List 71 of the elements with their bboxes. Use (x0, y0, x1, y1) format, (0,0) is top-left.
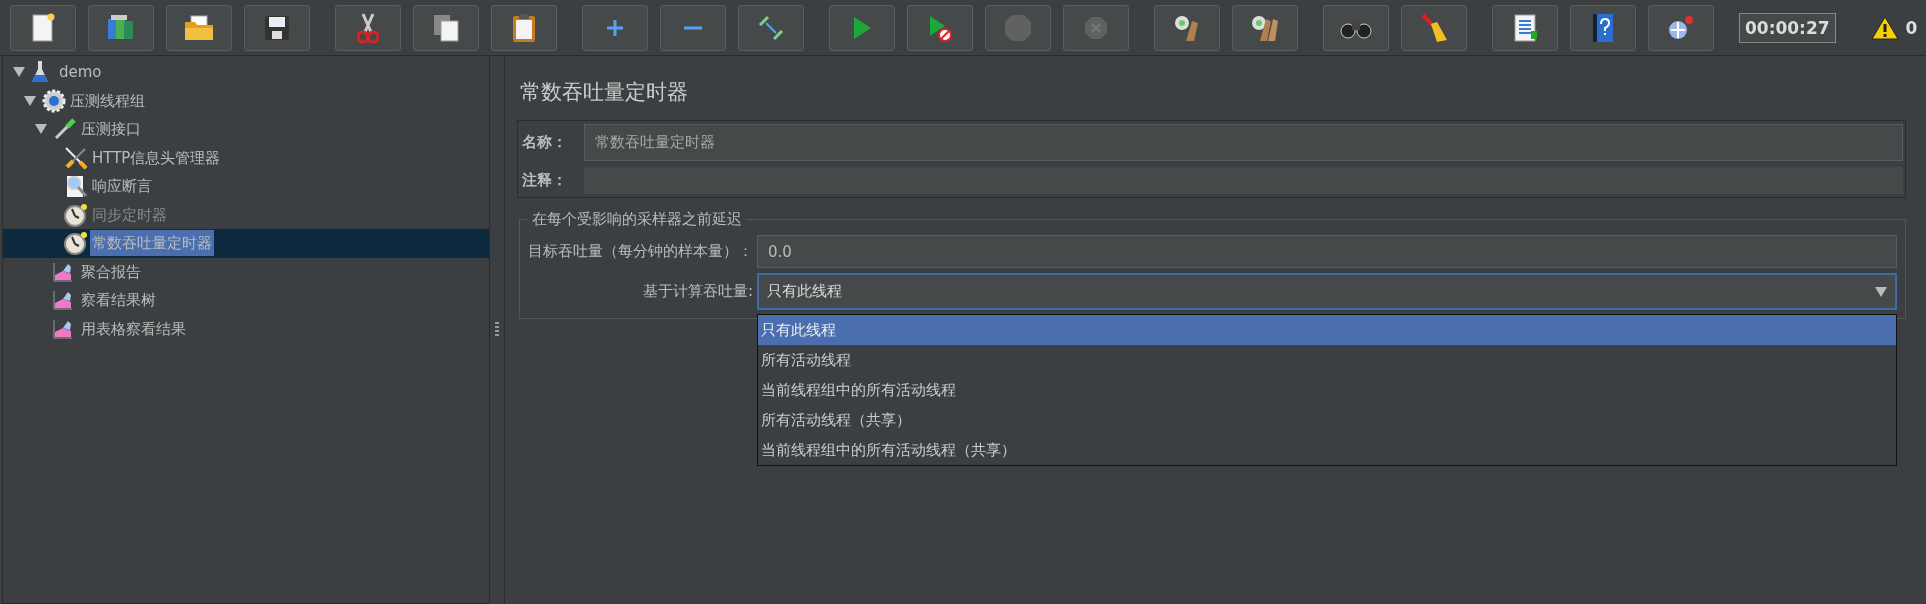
broom-icon (1419, 11, 1449, 44)
tree-item[interactable]: demo (57, 59, 104, 86)
field-label: 名称： (522, 133, 568, 152)
play-icon (851, 14, 873, 41)
minus-icon (684, 25, 702, 30)
notebook-icon (1511, 12, 1539, 43)
toggle-button[interactable] (738, 4, 804, 51)
tree-item[interactable]: HTTP信息头管理器 (90, 144, 223, 171)
chart-icon (53, 290, 73, 311)
folder-icon (183, 13, 215, 42)
chart-icon (53, 318, 73, 339)
copy-icon (431, 12, 461, 43)
field-label: 目标吞吐量（每分钟的样本量）： (528, 242, 753, 261)
clipboard-icon (511, 12, 537, 43)
expand-toggle-icon[interactable] (35, 124, 47, 135)
functions-button[interactable] (1492, 4, 1558, 51)
clear-button[interactable] (1154, 4, 1220, 51)
caret-icon (1875, 286, 1887, 297)
dropdown-option[interactable]: 所有活动线程 (758, 345, 1896, 375)
name-field[interactable]: 常数吞吐量定时器 (584, 124, 1903, 161)
play-no-icon (927, 13, 953, 42)
tools-icon (64, 145, 88, 170)
clear-all-button[interactable] (1232, 4, 1298, 51)
dropdown-option[interactable]: 所有活动线程（共享） (758, 405, 1896, 435)
splitter-handle[interactable] (495, 322, 499, 338)
group-title: 在每个受影响的采样器之前延迟 (531, 210, 743, 229)
magnifier-page-icon (64, 174, 88, 199)
tree-item[interactable]: 用表格察看结果 (79, 315, 188, 342)
field-label: 注释： (522, 171, 568, 190)
dropdown-option[interactable]: 只有此线程 (758, 315, 1896, 345)
start-no-timers-button[interactable] (907, 4, 973, 51)
start-button[interactable] (829, 4, 895, 51)
search-button[interactable] (1323, 4, 1389, 51)
tree-item[interactable]: 察看结果树 (79, 287, 158, 314)
stopwatch-icon (64, 231, 88, 256)
tree-item[interactable]: 聚合报告 (79, 258, 143, 285)
warning-icon (1870, 15, 1899, 40)
scissors-icon (355, 11, 381, 44)
copy-button[interactable] (413, 4, 479, 51)
close-icon (1083, 14, 1109, 41)
open-button[interactable] (166, 4, 232, 51)
panel-title: 常数吞吐量定时器 (520, 79, 689, 106)
expand-toggle-icon[interactable] (24, 95, 36, 106)
stopwatch-icon (64, 202, 88, 227)
pipette-icon (53, 117, 77, 142)
elapsed-time: 00:00:27 (1739, 12, 1836, 43)
save-button[interactable] (244, 4, 310, 51)
templates-button[interactable] (88, 4, 154, 51)
throughput-field[interactable]: 0.0 (757, 235, 1897, 268)
chart-icon (53, 261, 73, 282)
blank-page-icon (30, 12, 56, 43)
expand-toggle-icon[interactable] (13, 67, 25, 78)
paste-button[interactable] (491, 4, 557, 51)
stop-icon (1003, 12, 1033, 43)
cut-button[interactable] (335, 4, 401, 51)
help-icon (1591, 11, 1615, 44)
field-label: 基于计算吞吐量: (642, 282, 753, 301)
tree-item[interactable]: 响应断言 (90, 173, 154, 200)
remote-button[interactable] (1648, 4, 1714, 51)
help-button[interactable] (1570, 4, 1636, 51)
tree-item[interactable]: 压测线程组 (68, 87, 147, 114)
dropdown-option[interactable]: 当前线程组中的所有活动线程（共享） (758, 435, 1896, 465)
warning-count: 0 (1905, 17, 1918, 38)
new-button[interactable] (10, 4, 76, 51)
tree-item[interactable]: 压测接口 (79, 116, 143, 143)
flask-icon (31, 60, 49, 85)
expand-button[interactable] (582, 4, 648, 51)
dropdown-option[interactable]: 当前线程组中的所有活动线程 (758, 375, 1896, 405)
calc-mode-dropdown[interactable]: 只有此线程 (757, 273, 1897, 310)
reset-search-button[interactable] (1401, 4, 1467, 51)
gear-icon (42, 88, 66, 113)
